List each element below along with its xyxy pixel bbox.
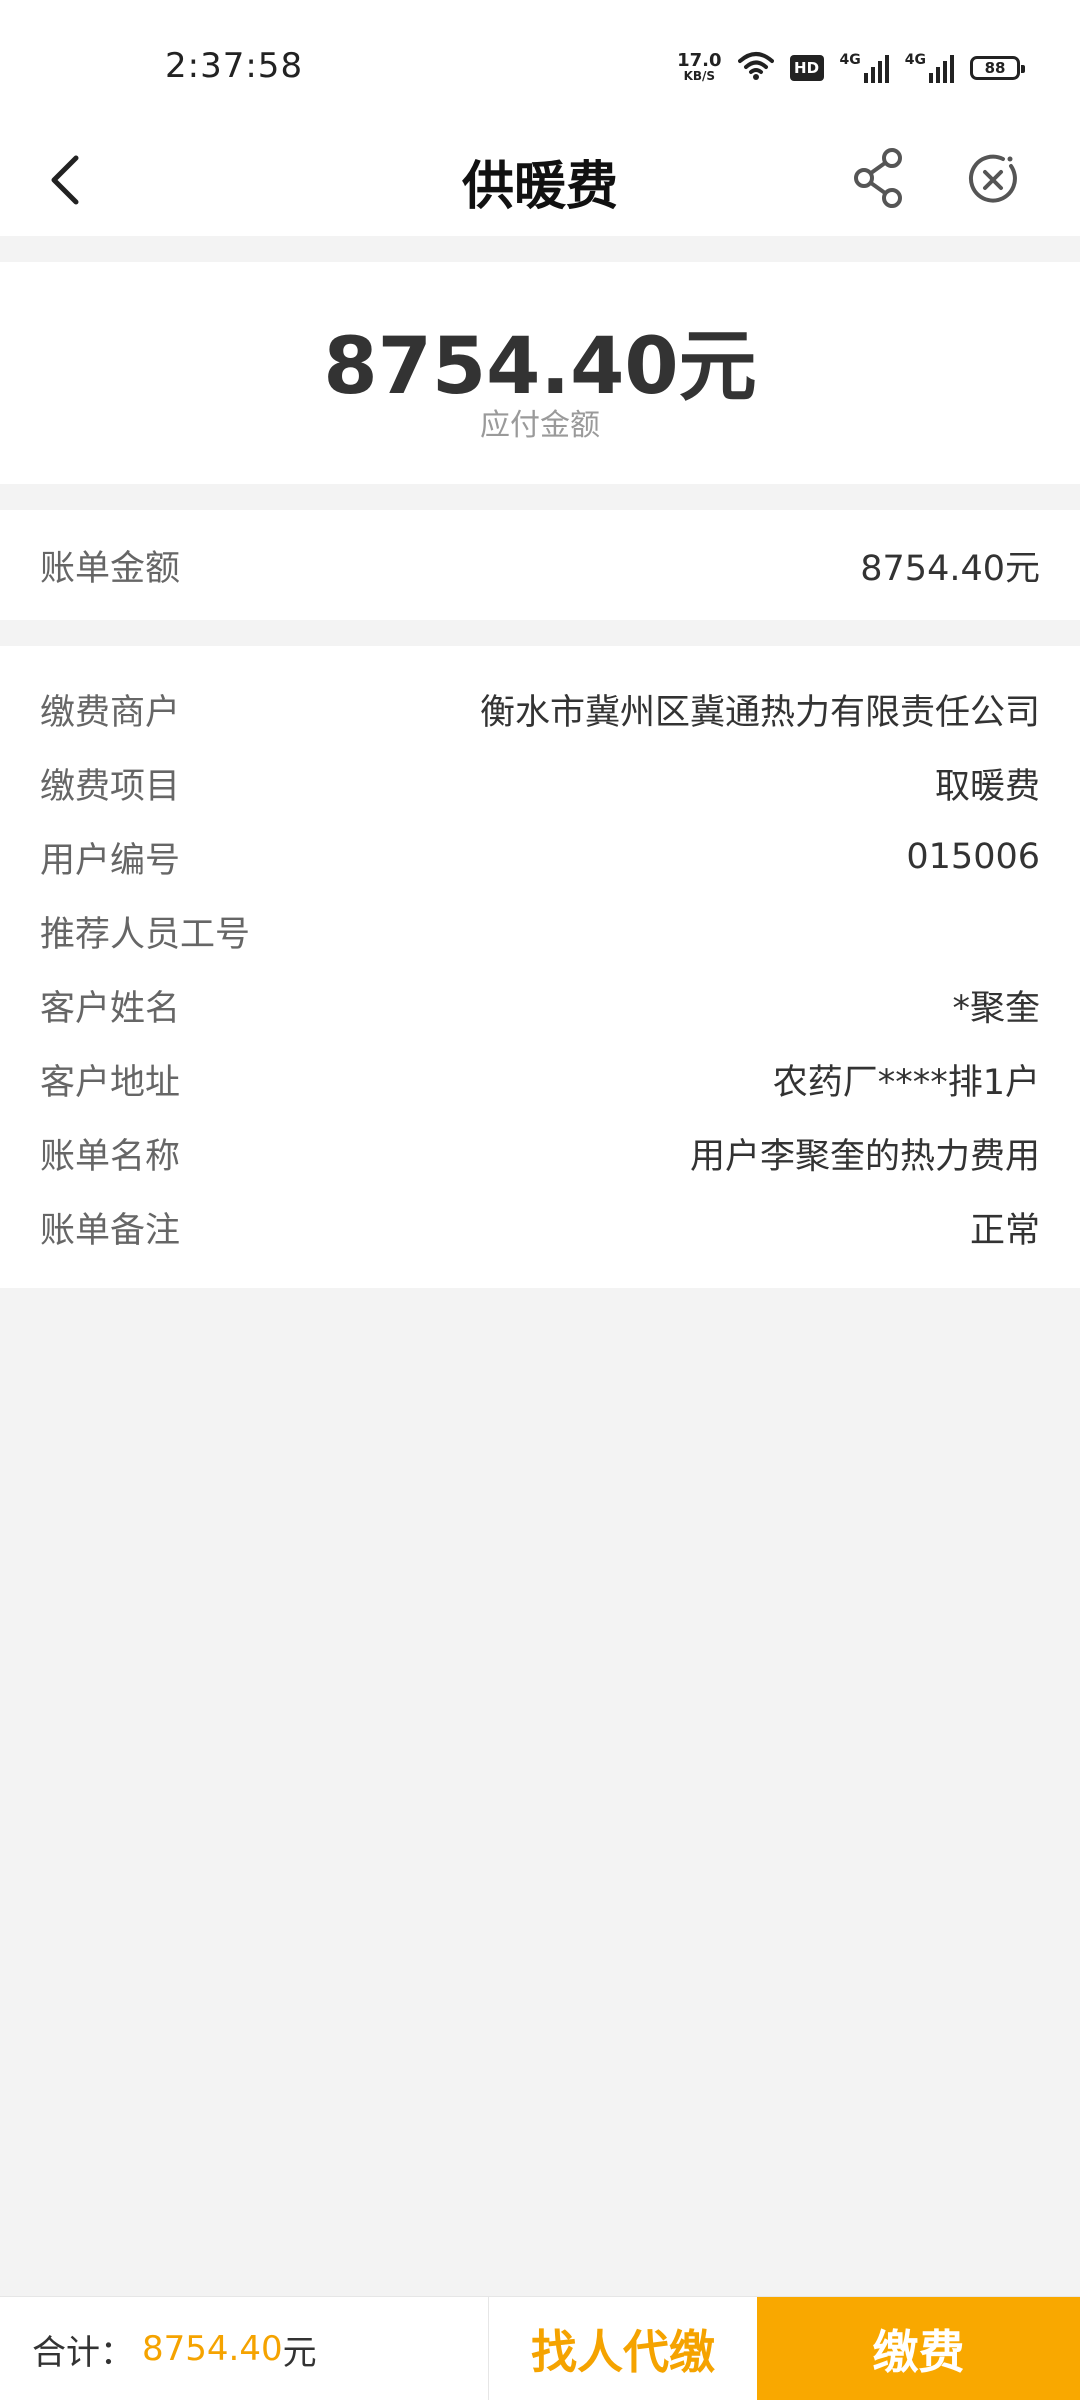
detail-row-merchant: 缴费商户 衡水市冀州区冀通热力有限责任公司 (40, 672, 1040, 746)
detail-label: 账单备注 (40, 1210, 181, 1251)
network-speed: 17.0 KB/S (677, 50, 722, 84)
detail-row-bill-note: 账单备注 正常 (40, 1190, 1040, 1264)
total-unit: 元 (282, 2332, 317, 2373)
detail-label: 用户编号 (40, 840, 181, 881)
detail-label: 缴费商户 (40, 692, 181, 733)
network-speed-value: 17.0 (677, 50, 722, 71)
detail-value: *聚奎 (952, 988, 1040, 1029)
detail-row-bill-name: 账单名称 用户李聚奎的热力费用 (40, 1116, 1040, 1190)
detail-row-referrer-id: 推荐人员工号 (40, 894, 1040, 968)
amount-card: 8754.40元 应付金额 (0, 262, 1080, 484)
detail-row-customer-name: 客户姓名 *聚奎 (40, 968, 1040, 1042)
network-speed-unit: KB/S (683, 69, 716, 83)
wifi-icon (737, 51, 774, 85)
status-time: 2:37:58 (165, 46, 304, 86)
detail-value: 农药厂****排1户 (772, 1062, 1040, 1103)
bill-amount-label: 账单金额 (40, 548, 181, 589)
battery-icon: 88 (970, 56, 1025, 80)
detail-value: 取暖费 (934, 766, 1040, 807)
hd-voice-icon: HD (789, 55, 824, 81)
detail-label: 推荐人员工号 (40, 914, 251, 955)
proxy-pay-button[interactable]: 找人代缴 (489, 2297, 757, 2400)
status-bar: 2:37:58 17.0 KB/S HD 4G 4G 88 (0, 0, 1080, 120)
detail-label: 账单名称 (40, 1136, 181, 1177)
detail-label: 客户地址 (40, 1062, 181, 1103)
pay-button[interactable]: 缴费 (757, 2297, 1080, 2400)
status-icons: 17.0 KB/S HD 4G 4G 88 (677, 48, 1025, 88)
signal-icon-1: 4G (840, 53, 889, 83)
close-circle-icon (965, 154, 1021, 218)
bill-amount-value: 8754.40元 (860, 548, 1040, 589)
total-label: 合计： (32, 2332, 134, 2373)
bill-amount-card: 账单金额 8754.40元 (0, 510, 1080, 620)
detail-value: 用户李聚奎的热力费用 (689, 1136, 1040, 1177)
detail-value: 正常 (969, 1210, 1040, 1251)
share-button[interactable] (850, 142, 910, 212)
detail-value: 015006 (906, 837, 1040, 877)
signal-1-label: 4G (839, 52, 861, 68)
payable-amount-label: 应付金额 (480, 408, 600, 443)
detail-label: 缴费项目 (40, 766, 181, 807)
bill-detail-card: 缴费商户 衡水市冀州区冀通热力有限责任公司 缴费项目 取暖费 用户编号 0150… (0, 646, 1080, 1288)
share-icon (850, 148, 910, 216)
close-mini-app-button[interactable] (965, 144, 1021, 214)
page-title: 供暖费 (461, 157, 618, 217)
bottom-action-bar: 合计： 8754.40 元 找人代缴 缴费 (0, 2296, 1080, 2400)
total-summary: 合计： 8754.40 元 (32, 2297, 317, 2400)
signal-icon-2: 4G (905, 53, 954, 83)
bill-detail-page: 2:37:58 17.0 KB/S HD 4G 4G 88 供暖费 8754.4… (0, 0, 1080, 2400)
nav-bar: 供暖费 (0, 120, 1080, 236)
total-value: 8754.40 (142, 2329, 283, 2369)
detail-label: 客户姓名 (40, 988, 181, 1029)
signal-2-label: 4G (904, 52, 926, 68)
bill-amount-row: 账单金额 8754.40元 (40, 528, 1040, 602)
detail-row-user-id: 用户编号 015006 (40, 820, 1040, 894)
detail-value: 衡水市冀州区冀通热力有限责任公司 (479, 692, 1040, 733)
detail-row-customer-address: 客户地址 农药厂****排1户 (40, 1042, 1040, 1116)
detail-row-item: 缴费项目 取暖费 (40, 746, 1040, 820)
